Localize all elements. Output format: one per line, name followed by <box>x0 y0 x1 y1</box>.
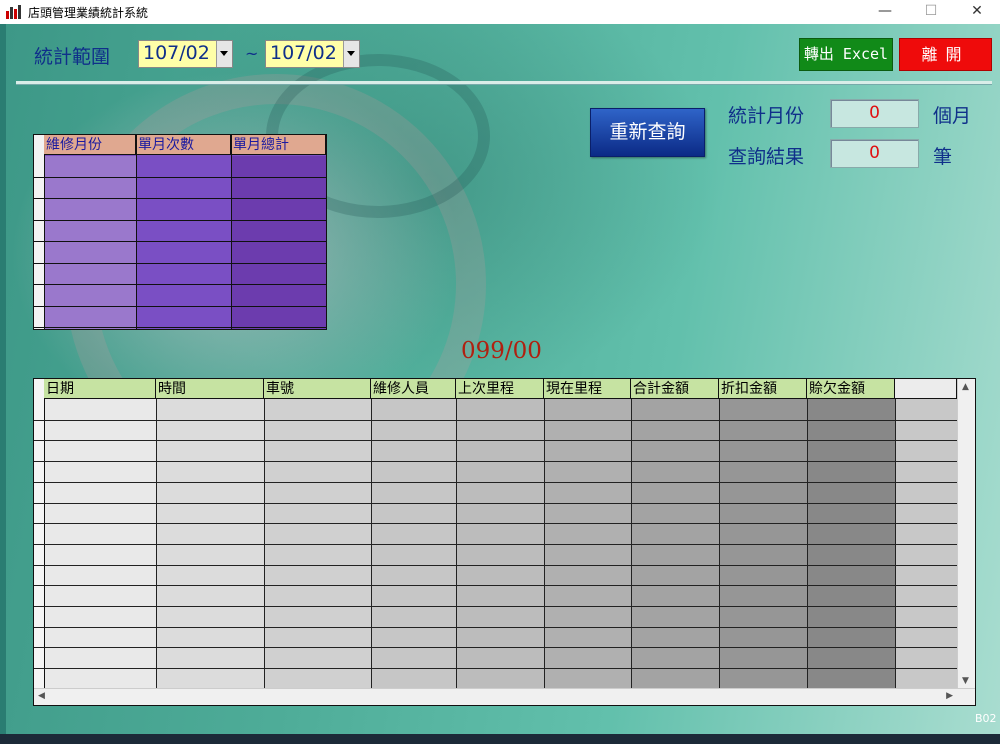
grid-row-line <box>34 327 326 328</box>
grid-column-line <box>631 379 632 689</box>
column-header[interactable]: 上次里程 <box>456 379 544 399</box>
start-month-combo[interactable]: 107/02 <box>138 40 233 68</box>
grid-row-line <box>34 219 326 221</box>
results-unit: 筆 <box>933 146 953 168</box>
exit-button[interactable]: 離開 <box>899 38 992 71</box>
grid-column-line <box>719 379 720 689</box>
dropdown-arrow-icon[interactable] <box>343 41 359 67</box>
grid-column <box>231 156 326 329</box>
grid-column <box>456 379 544 689</box>
grid-column <box>44 379 156 689</box>
detail-grid[interactable]: 日期 時間 車號 維修人員 上次里程 現在里程 合計金額 折扣金額 賒欠金額 ▲ ▼ ◀ ▶ <box>33 378 976 706</box>
grid-column-line <box>371 379 372 689</box>
grid-row-line <box>34 440 957 442</box>
scroll-left-icon[interactable]: ◀ <box>38 691 45 701</box>
grid-row-line <box>34 564 957 566</box>
grid-row-line <box>34 626 957 628</box>
row-selector-column[interactable] <box>34 135 45 329</box>
header-divider <box>16 81 992 84</box>
grid-column <box>156 379 264 689</box>
grid-row-line <box>34 262 326 264</box>
grid-column <box>371 379 456 689</box>
grid-column-line <box>807 379 808 689</box>
scroll-right-icon[interactable]: ▶ <box>946 691 953 701</box>
grid-column <box>895 379 957 689</box>
grid-row-line <box>34 241 326 242</box>
grid-row-line <box>34 198 326 199</box>
close-button[interactable]: ✕ <box>954 0 1000 24</box>
grid-column <box>544 379 631 689</box>
column-header[interactable]: 現在里程 <box>544 379 631 399</box>
grid-column <box>136 156 231 329</box>
horizontal-scrollbar[interactable]: ◀ ▶ <box>34 688 975 705</box>
column-header[interactable]: 時間 <box>156 379 264 399</box>
grid-row-line <box>34 461 957 463</box>
grid-column <box>44 156 136 329</box>
main-window: 店頭管理業績統計系統 — ☐ ✕ 統計範圍 107/02 ~ 107/02 轉出… <box>0 0 1000 744</box>
end-month-value: 107/02 <box>270 42 337 64</box>
column-header[interactable]: 合計金額 <box>631 379 719 399</box>
form-code-label: B02 <box>975 712 997 725</box>
bar-chart-app-icon <box>6 5 21 19</box>
grid-row-line <box>34 606 957 607</box>
export-excel-button[interactable]: 轉出 Excel <box>799 38 893 71</box>
months-value-field: 0 <box>830 99 919 128</box>
grid-column-line <box>231 135 232 329</box>
grid-row-line <box>34 305 326 307</box>
center-code-label: 099/00 <box>461 338 542 364</box>
column-header[interactable]: 維修月份 <box>44 135 136 155</box>
column-header[interactable]: 賒欠金額 <box>807 379 895 399</box>
grid-column-line <box>456 379 457 689</box>
dropdown-arrow-icon[interactable] <box>216 41 232 67</box>
column-header[interactable]: 日期 <box>44 379 156 399</box>
range-label: 統計範圍 <box>34 46 111 68</box>
scroll-down-icon[interactable]: ▼ <box>962 676 969 686</box>
column-header[interactable]: 車號 <box>264 379 371 399</box>
grid-column-line <box>136 135 137 329</box>
results-label: 查詢結果 <box>728 146 805 168</box>
months-unit: 個月 <box>933 105 972 127</box>
grid-row-line <box>34 668 957 670</box>
grid-row-line <box>34 585 957 587</box>
requery-button[interactable]: 重新查詢 <box>590 108 705 157</box>
monthly-summary-grid[interactable]: 維修月份 單月次數 單月總計 <box>33 134 327 330</box>
grid-row-line <box>34 523 957 525</box>
window-title: 店頭管理業績統計系統 <box>28 6 149 20</box>
grid-row-line <box>34 647 957 649</box>
grid-row-line <box>34 543 957 545</box>
grid-column <box>631 379 719 689</box>
vertical-scrollbar[interactable]: ▲ ▼ <box>957 379 975 689</box>
grid-column-line <box>895 379 896 689</box>
minimize-button[interactable]: — <box>862 0 908 24</box>
grid-column <box>719 379 807 689</box>
grid-row-line <box>34 284 326 285</box>
column-header[interactable]: 單月次數 <box>136 135 231 155</box>
grid-column <box>807 379 895 689</box>
grid-row-line <box>34 176 326 178</box>
column-header[interactable]: 維修人員 <box>371 379 456 399</box>
column-header[interactable]: 單月總計 <box>231 135 326 155</box>
start-month-value: 107/02 <box>143 42 210 64</box>
results-value-field: 0 <box>830 139 919 168</box>
grid-column-line <box>156 379 157 689</box>
column-header-filler <box>895 379 957 399</box>
grid-row-line <box>34 419 957 421</box>
column-header[interactable]: 折扣金額 <box>719 379 807 399</box>
row-selector-column[interactable] <box>34 379 45 689</box>
grid-row-line <box>34 481 957 483</box>
title-bar[interactable]: 店頭管理業績統計系統 — ☐ ✕ <box>0 0 1000 25</box>
grid-row-line <box>34 502 957 504</box>
scroll-up-icon[interactable]: ▲ <box>962 382 969 392</box>
grid-column-line <box>544 379 545 689</box>
grid-column <box>264 379 371 689</box>
grid-column-line <box>264 379 265 689</box>
maximize-button[interactable]: ☐ <box>908 0 954 24</box>
taskbar-strip <box>0 734 1000 744</box>
end-month-combo[interactable]: 107/02 <box>265 40 360 68</box>
months-label: 統計月份 <box>728 105 805 127</box>
client-area: 統計範圍 107/02 ~ 107/02 轉出 Excel 離開 重新查詢 統計… <box>6 24 1000 734</box>
range-separator: ~ <box>245 44 259 63</box>
